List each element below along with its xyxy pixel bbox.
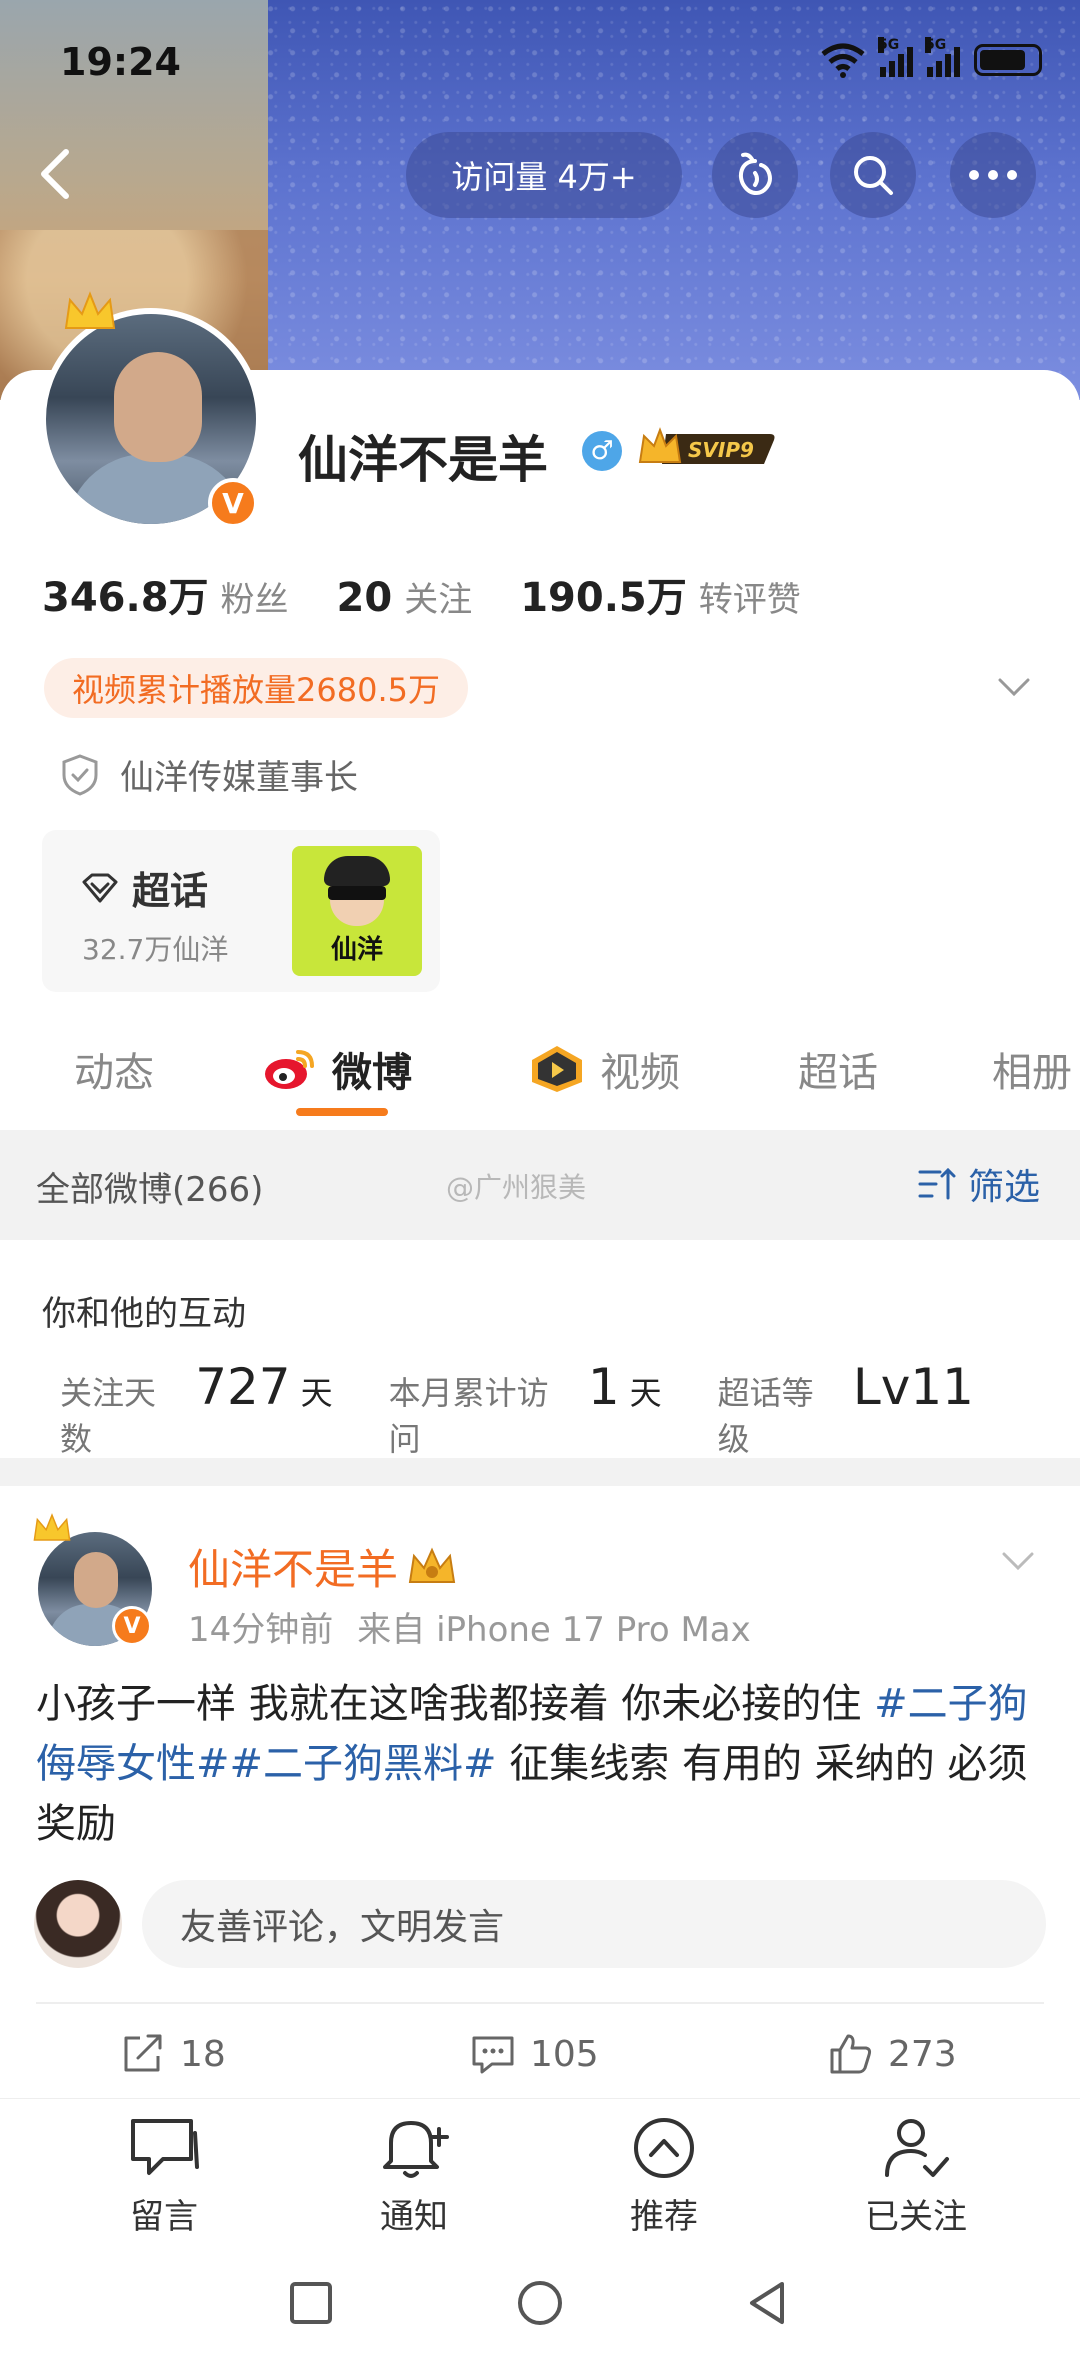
bell-plus-icon xyxy=(383,2121,449,2178)
profile-name: 仙洋不是羊 xyxy=(298,431,548,489)
active-tab-indicator xyxy=(296,1108,388,1116)
weibo-logo-icon xyxy=(265,1050,314,1089)
interaction-section: 你和他的互动 关注天数 727 天 本月累计访问 1 天 超话等级 Lv11 xyxy=(0,1240,1080,1458)
like-button[interactable]: 273 xyxy=(828,2032,957,2076)
home-button[interactable] xyxy=(515,2278,565,2328)
super-topic-title: 超话 xyxy=(80,860,208,915)
cell-signal-icon: 5G xyxy=(878,37,913,77)
cell-signal-icon-2: 5G xyxy=(925,37,960,77)
bottom-action-bar: 留言 通知 推荐 已关注 xyxy=(0,2098,1080,2248)
crown-icon xyxy=(64,291,116,329)
filter-button[interactable]: 筛选 xyxy=(916,1158,1040,1210)
message-icon xyxy=(131,2119,199,2175)
back-button[interactable] xyxy=(28,144,88,204)
super-topic-card[interactable]: 超话 32.7万仙洋 仙洋 xyxy=(42,830,440,992)
repost-button[interactable]: 18 xyxy=(120,2032,226,2076)
super-topic-thumbnail: 仙洋 xyxy=(292,846,422,976)
video-play-count-badge[interactable]: 视频累计播放量2680.5万 xyxy=(44,658,468,718)
verified-badge: V xyxy=(112,1606,152,1646)
profile-tabs: 动态 微博 视频 超话 相册 xyxy=(0,1030,1080,1130)
notify-button[interactable]: 通知 xyxy=(344,2115,484,2238)
system-navigation-bar xyxy=(0,2248,1080,2376)
more-dots-icon xyxy=(969,170,1017,180)
verified-badge: V xyxy=(208,478,258,528)
post-source: 来自 iPhone 17 Pro Max xyxy=(357,1610,751,1650)
section-divider xyxy=(0,1458,1080,1486)
tab-album[interactable]: 相册 xyxy=(992,1040,1072,1098)
tab-video[interactable]: 视频 xyxy=(528,1040,680,1098)
status-time: 19:24 xyxy=(60,40,181,84)
chevron-left-icon xyxy=(41,149,69,199)
interaction-title: 你和他的互动 xyxy=(42,1294,246,1334)
super-topic-level-stat: 超话等级 Lv11 xyxy=(717,1358,974,1458)
watermark-text: @广州狠美 xyxy=(446,1171,587,1204)
status-icons: 5G 5G xyxy=(820,37,1042,78)
repost-icon xyxy=(124,2034,162,2072)
status-bar: 19:24 5G 5G xyxy=(0,37,1080,90)
certification-row: 仙洋传媒董事长 xyxy=(60,750,358,799)
chevron-down-icon[interactable] xyxy=(992,668,1036,708)
visits-button[interactable]: 访问量 4万+ xyxy=(406,132,682,218)
diamond-icon xyxy=(82,873,118,902)
crown-badge-icon xyxy=(408,1547,456,1583)
comment-icon xyxy=(472,2036,514,2074)
super-topic-shortcut-button[interactable] xyxy=(712,132,798,218)
follow-days-stat: 关注天数 727 天 xyxy=(60,1358,333,1458)
certification-text: 仙洋传媒董事长 xyxy=(120,758,358,798)
post-author-avatar[interactable]: V xyxy=(33,1513,152,1646)
tab-video-label: 视频 xyxy=(600,1050,680,1096)
comment-button[interactable]: 105 xyxy=(470,2032,599,2076)
search-button[interactable] xyxy=(830,132,916,218)
peach-icon xyxy=(738,152,772,195)
super-topic-subtitle: 32.7万仙洋 xyxy=(82,933,229,966)
profile-avatar[interactable]: V xyxy=(40,291,262,530)
svip-badge[interactable]: SVIP9 xyxy=(636,426,778,472)
message-board-button[interactable]: 留言 xyxy=(94,2115,234,2238)
thumbs-up-icon xyxy=(830,2034,872,2074)
tab-dynamic[interactable]: 动态 xyxy=(74,1040,154,1098)
post-author-name[interactable]: 仙洋不是羊 xyxy=(188,1536,458,1597)
chevron-up-circle-icon xyxy=(634,2118,694,2178)
chevron-down-icon[interactable] xyxy=(996,1542,1040,1582)
interaction-stats: 关注天数 727 天 本月累计访问 1 天 超话等级 Lv11 xyxy=(60,1358,1040,1460)
recommend-button[interactable]: 推荐 xyxy=(594,2115,734,2238)
quick-comment-row: 友善评论，文明发言 xyxy=(34,1878,1046,1970)
following-status-button[interactable]: 已关注 xyxy=(846,2115,986,2238)
post-meta: 14分钟前 来自 iPhone 17 Pro Max xyxy=(188,1602,751,1651)
filter-bar: 全部微博(266) @广州狠美 筛选 xyxy=(0,1130,1080,1240)
more-button[interactable] xyxy=(950,132,1036,218)
filter-sort-icon xyxy=(918,1167,956,1200)
wifi-icon xyxy=(821,43,865,78)
profile-stats: 346.8万 粉丝 20 关注 190.5万 转评赞 xyxy=(42,565,849,623)
back-nav-button[interactable] xyxy=(742,2278,792,2328)
post-content: 小孩子一样 我就在这啥我都接着 你未必接的住 #二子狗侮辱女性##二子狗黑料# … xyxy=(36,1681,1028,1847)
tab-weibo[interactable]: 微博 xyxy=(262,1040,412,1098)
crown-icon xyxy=(33,1513,71,1541)
video-play-icon xyxy=(532,1046,582,1092)
followers-stat[interactable]: 346.8万 粉丝 xyxy=(42,565,289,623)
user-check-icon xyxy=(885,2119,949,2177)
all-posts-count[interactable]: 全部微博(266) xyxy=(36,1162,263,1211)
post-actions: 18 105 273 xyxy=(0,2024,1080,2094)
comment-input[interactable]: 友善评论，文明发言 xyxy=(142,1880,1046,1968)
following-stat[interactable]: 20 关注 xyxy=(337,572,473,621)
shield-check-icon xyxy=(62,753,98,796)
top-nav: 访问量 4万+ xyxy=(0,132,1080,222)
monthly-visits-stat: 本月累计访问 1 天 xyxy=(388,1358,662,1458)
search-icon xyxy=(854,156,893,195)
tab-super-topic[interactable]: 超话 xyxy=(798,1040,878,1098)
gender-male-icon: ♂ xyxy=(582,431,622,471)
engagement-stat[interactable]: 190.5万 转评赞 xyxy=(520,565,801,623)
svg-text:SVIP9: SVIP9 xyxy=(688,438,754,462)
hashtag-link[interactable]: #二子狗黑料# xyxy=(230,1741,497,1787)
post-divider xyxy=(36,2002,1044,2004)
tab-weibo-label: 微博 xyxy=(332,1050,412,1096)
recent-apps-button[interactable] xyxy=(286,2278,336,2328)
my-avatar xyxy=(34,1880,122,1968)
post-card: V 仙洋不是羊 14分钟前 来自 iPhone 17 Pro Max 小孩子一样 … xyxy=(0,1486,1080,2096)
battery-icon xyxy=(974,44,1042,76)
post-time: 14分钟前 xyxy=(188,1610,334,1650)
